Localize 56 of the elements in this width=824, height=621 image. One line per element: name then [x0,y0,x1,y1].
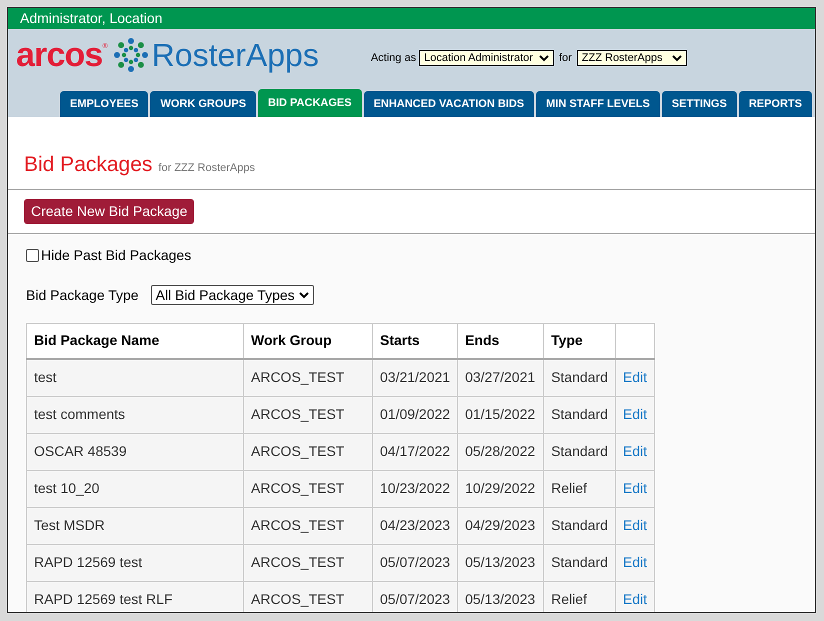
table-cell: 03/21/2021 [372,359,458,396]
logo-icon [112,36,150,74]
table-cell: Test MSDR [26,507,244,544]
table-cell: Standard [544,433,616,470]
page-subtitle: for ZZZ RosterApps [158,161,255,176]
for-label: for [558,50,572,66]
create-bid-package-button[interactable]: Create New Bid Package [24,198,194,224]
table-cell: 10/29/2022 [458,470,544,507]
table-cell: 04/29/2023 [458,507,544,544]
acting-as-label: Acting as [370,50,416,66]
nav-tab[interactable]: REPORTS [738,91,812,117]
caret-icon [538,54,549,62]
nav-tab[interactable]: MIN STAFF LEVELS [536,91,660,117]
table-cell: 04/23/2023 [372,507,458,544]
brand-logo-text: arcos [16,38,102,72]
table-cell: ARCOS_TEST [244,544,372,581]
table-cell: 01/09/2022 [372,396,458,433]
table-cell: 10/23/2022 [372,470,458,507]
table-cell: 05/28/2022 [458,433,544,470]
table-cell: 05/07/2023 [372,544,458,581]
table-cell: Standard [544,544,616,581]
nav-tab[interactable]: BID PACKAGES [258,89,362,117]
nav-tab[interactable]: SETTINGS [662,91,737,117]
table-cell: Relief [544,470,616,507]
product-logo-text: RosterApps [152,39,319,71]
user-name: Administrator, Location [20,9,162,28]
table-cell: 04/17/2022 [372,433,458,470]
caret-icon [672,54,682,62]
nav-tab[interactable]: WORK GROUPS [150,91,256,117]
caret-icon [298,292,309,298]
bid-package-type-label: Bid Package Type [26,286,139,305]
table-cell: ARCOS_TEST [244,433,372,470]
table-cell: ARCOS_TEST [244,507,372,544]
table-cell: Standard [544,359,616,396]
role-select[interactable]: Location Administrator [419,50,554,66]
table-cell: ARCOS_TEST [244,470,372,507]
table-cell: test comments [26,396,244,433]
table-cell: 01/15/2022 [458,396,544,433]
table-cell: test 10_20 [26,470,244,507]
nav-tab[interactable]: ENHANCED VACATION BIDS [364,91,534,117]
table-cell: 05/13/2023 [458,544,544,581]
hide-past-checkbox[interactable] [26,248,39,262]
table-cell: OSCAR 48539 [26,433,244,470]
nav-tab[interactable]: EMPLOYEES [60,91,148,117]
table-cell: 03/27/2021 [458,359,544,396]
table-cell: Standard [544,396,616,433]
table-cell: Standard [544,507,616,544]
table-cell: RAPD 12569 test RLF [26,581,244,612]
location-select[interactable]: ZZZ RosterApps [576,50,688,66]
hide-past-label: Hide Past Bid Packages [41,246,192,265]
table-cell: ARCOS_TEST [244,359,372,396]
bid-package-type-select[interactable]: All Bid Package Types [150,285,314,305]
page-title: Bid Packages [24,152,152,178]
table-cell: RAPD 12569 test [26,544,244,581]
table-cell: ARCOS_TEST [244,396,372,433]
table-cell: test [26,359,244,396]
